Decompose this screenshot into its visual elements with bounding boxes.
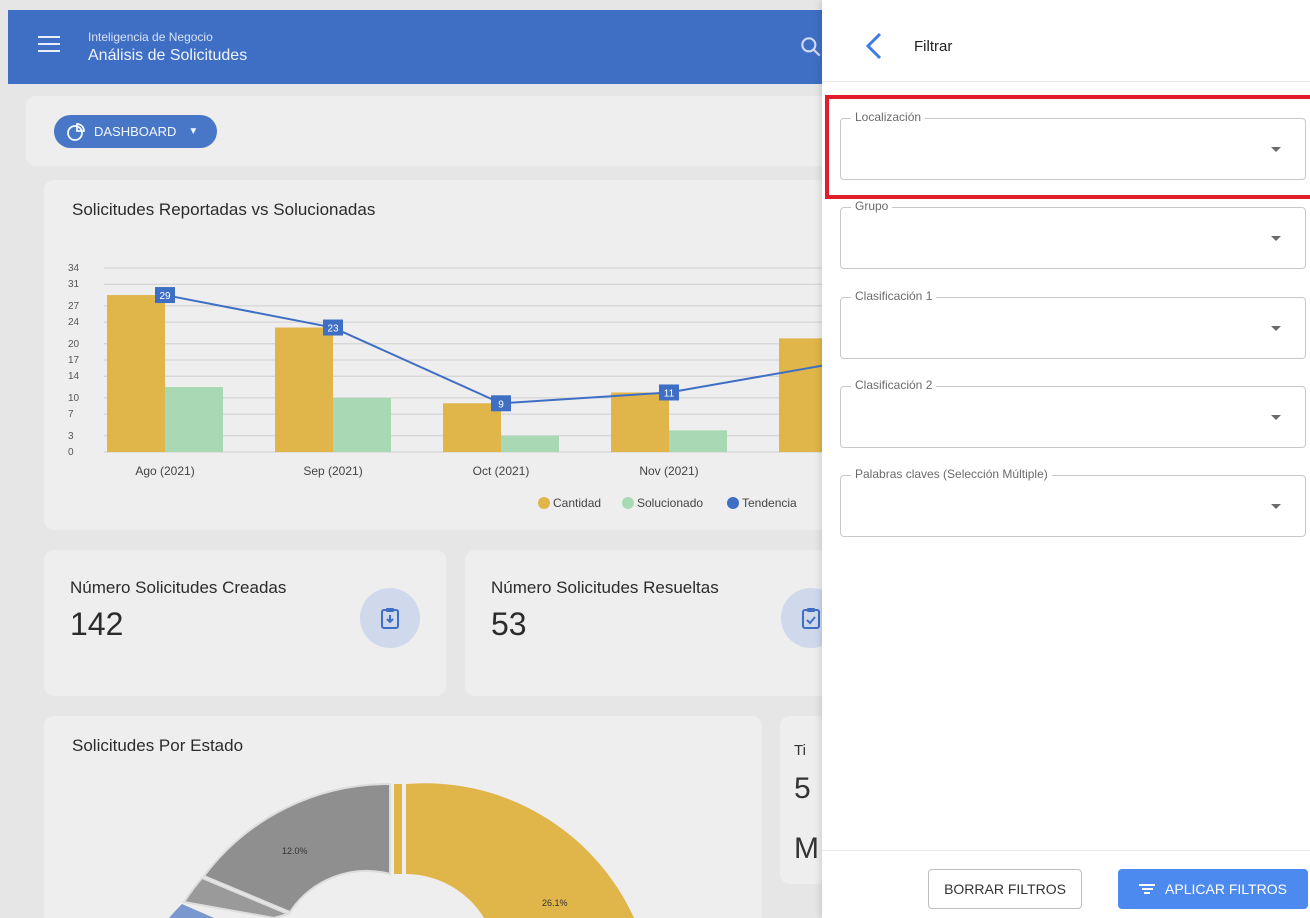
clear-filters-button[interactable]: BORRAR FILTROS xyxy=(928,869,1082,909)
classification-2-select[interactable]: Clasificación 2 xyxy=(840,378,1306,448)
field-label: Palabras claves (Selección Múltiple) xyxy=(851,467,1052,481)
filter-panel-title: Filtrar xyxy=(914,38,953,55)
field-label: Clasificación 2 xyxy=(851,378,937,392)
dropdown-arrow-icon xyxy=(1271,415,1281,420)
classification-1-select[interactable]: Clasificación 1 xyxy=(840,289,1306,359)
field-label: Localización xyxy=(851,110,926,124)
group-select[interactable]: Grupo xyxy=(840,199,1306,269)
apply-filters-label: APLICAR FILTROS xyxy=(1165,881,1287,897)
filter-panel-footer: BORRAR FILTROS APLICAR FILTROS xyxy=(822,850,1310,918)
location-select[interactable]: Localización xyxy=(840,110,1306,180)
field-label: Grupo xyxy=(851,199,893,213)
field-label: Clasificación 1 xyxy=(851,289,937,303)
filter-icon xyxy=(1139,882,1156,896)
dropdown-arrow-icon xyxy=(1271,236,1281,241)
dropdown-arrow-icon xyxy=(1271,504,1281,509)
chevron-left-icon[interactable] xyxy=(862,30,886,62)
dropdown-arrow-icon xyxy=(1271,147,1281,152)
filter-panel-header: Filtrar xyxy=(822,0,1310,82)
apply-filters-button[interactable]: APLICAR FILTROS xyxy=(1118,869,1308,909)
filter-panel: Filtrar Localización Grupo Clasificación… xyxy=(822,0,1310,918)
keywords-multiselect[interactable]: Palabras claves (Selección Múltiple) xyxy=(840,467,1306,537)
dropdown-arrow-icon xyxy=(1271,326,1281,331)
